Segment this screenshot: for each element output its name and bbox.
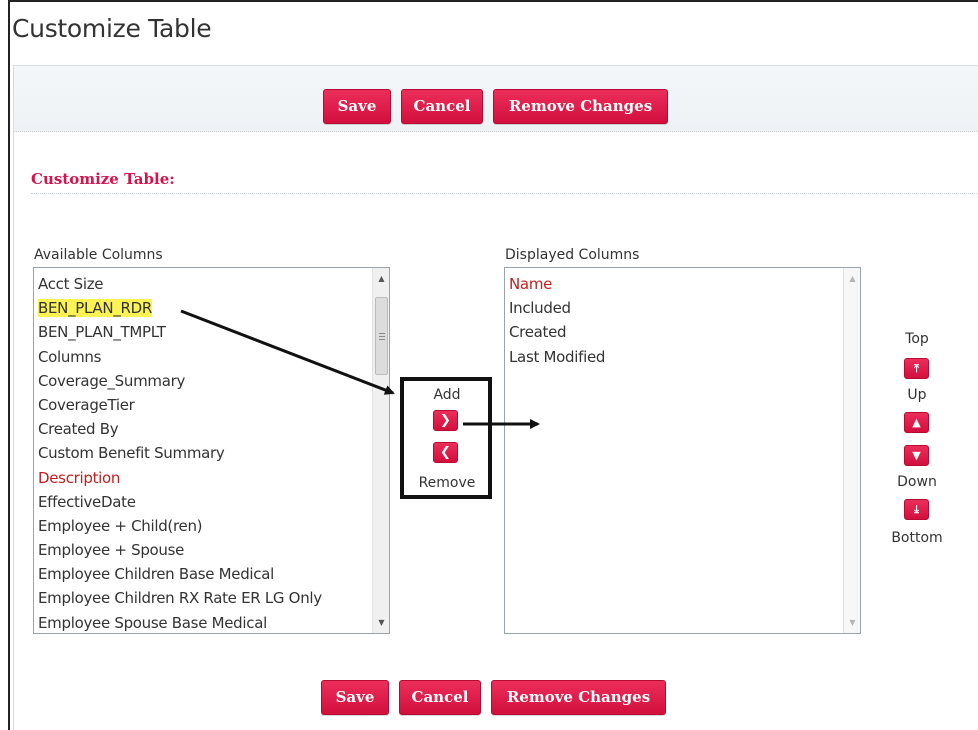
list-item-label: Columns [38,347,102,366]
top-label: Top [905,331,929,347]
list-item[interactable]: BEN_PLAN_TMPLT [34,320,389,344]
chevron-down-icon: ▼ [912,449,921,462]
move-top-button[interactable]: ⤒ [904,358,929,379]
list-item[interactable]: Employee + Child(ren) [34,514,389,538]
remove-changes-button-bottom[interactable]: Remove Changes [491,680,666,715]
list-item-label: BEN_PLAN_TMPLT [38,323,166,342]
list-item[interactable]: Created By [34,417,389,441]
up-label: Up [907,387,927,403]
list-item[interactable]: Employee Children Base Medical [34,562,389,586]
list-item-label: Custom Benefit Summary [38,444,225,463]
list-item[interactable]: Last Modified [505,345,860,369]
save-button[interactable]: Save [323,89,391,124]
top-toolbar: Save Cancel Remove Changes [14,66,978,132]
page-title: Customize Table [12,14,212,43]
list-item-label: Employee + Spouse [38,541,185,560]
save-button-bottom[interactable]: Save [321,680,389,715]
scroll-down-arrow-icon[interactable]: ▼ [373,614,389,631]
list-item[interactable]: Columns [34,345,389,369]
scroll-thumb[interactable] [375,297,388,375]
list-item[interactable]: Employee Spouse Base Medical [34,611,389,633]
list-item[interactable]: BEN_PLAN_RDR [34,296,389,320]
section-divider [31,193,978,194]
section-label: Customize Table: [31,170,175,188]
list-item[interactable]: CoverageTier [34,393,389,417]
list-item[interactable]: Acct Size [34,272,389,296]
cancel-button[interactable]: Cancel [401,89,483,124]
list-item[interactable]: Employee Children RX Rate ER LG Only [34,586,389,610]
available-list-scrollbar[interactable]: ▲ ▼ [372,268,389,633]
list-item[interactable]: EffectiveDate [34,490,389,514]
scroll-down-arrow-icon[interactable]: ▼ [844,614,860,631]
list-item-label: Included [509,299,571,318]
move-up-button[interactable]: ▲ [904,412,929,433]
list-item[interactable]: Coverage_Summary [34,369,389,393]
list-item-label: CoverageTier [38,395,135,414]
displayed-list-scrollbar[interactable]: ▲ ▼ [843,268,860,633]
list-item-label: Created By [38,420,119,439]
bottom-label: Bottom [891,530,943,546]
list-item-label: Employee Spouse Base Medical [38,613,267,632]
scroll-up-arrow-icon[interactable]: ▲ [844,270,860,287]
list-item-label: Last Modified [509,347,606,366]
list-item-label: Coverage_Summary [38,371,186,390]
list-item[interactable]: Custom Benefit Summary [34,441,389,465]
move-bottom-button[interactable]: ⤓ [904,499,929,520]
list-item-label: BEN_PLAN_RDR [38,299,153,318]
down-label: Down [897,474,937,490]
displayed-columns-list[interactable]: Name Included Created Last Modified ▲ ▼ [504,267,861,634]
list-item[interactable]: Employee + Spouse [34,538,389,562]
chevron-up-icon: ▲ [912,416,921,429]
available-columns-list[interactable]: Acct Size BEN_PLAN_RDR BEN_PLAN_TMPLT Colum… [33,267,390,634]
list-item-label: EffectiveDate [38,492,136,511]
move-down-button[interactable]: ▼ [904,445,929,466]
list-item-label: Description [38,468,121,487]
list-item[interactable]: Included [505,296,860,320]
list-item[interactable]: Created [505,320,860,344]
list-item-label: Created [509,323,567,342]
list-item-label: Employee Children Base Medical [38,565,274,584]
list-item-label: Employee Children RX Rate ER LG Only [38,589,322,608]
scroll-up-arrow-icon[interactable]: ▲ [373,270,389,287]
double-chevron-down-icon: ⤓ [914,503,919,516]
available-columns-label: Available Columns [34,247,163,263]
cancel-button-bottom[interactable]: Cancel [399,680,481,715]
annotation-callout-box [400,377,492,499]
double-chevron-up-icon: ⤒ [914,362,919,375]
displayed-columns-label: Displayed Columns [505,247,640,263]
remove-changes-button[interactable]: Remove Changes [493,89,668,124]
list-item[interactable]: Description [34,466,389,490]
list-item-label: Employee + Child(ren) [38,516,203,535]
list-item-label: Acct Size [38,275,104,293]
list-item-label: Name [509,275,553,293]
list-item[interactable]: Name [505,272,860,296]
